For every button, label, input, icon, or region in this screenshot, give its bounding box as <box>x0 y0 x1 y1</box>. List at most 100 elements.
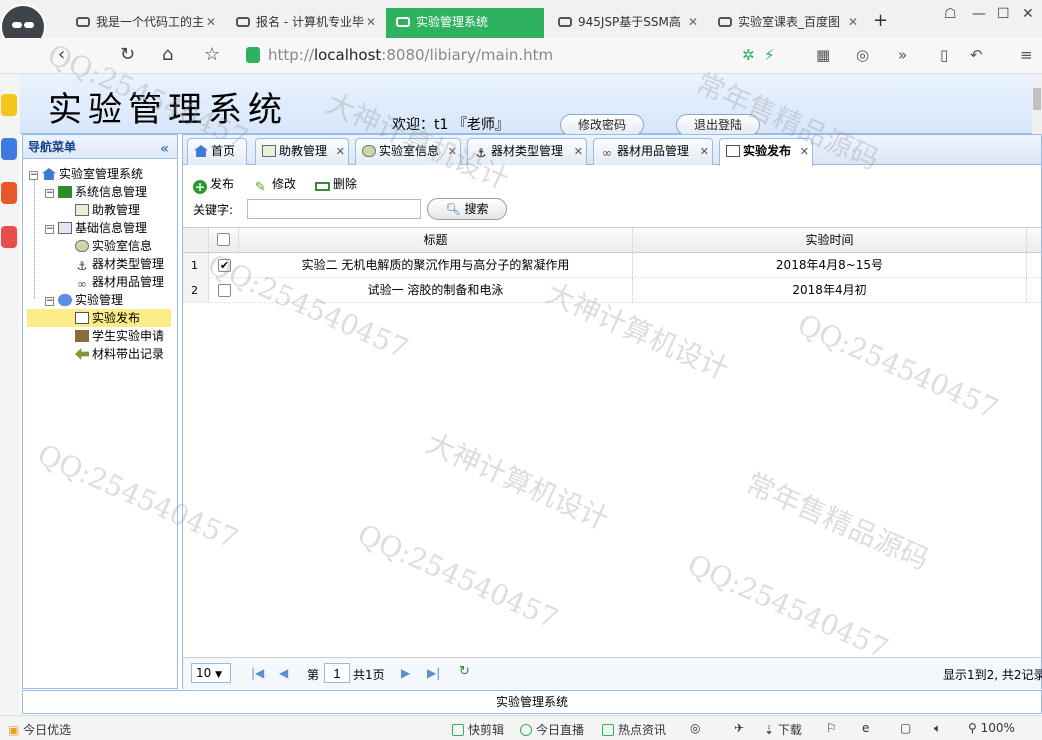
table-row[interactable]: 1 ✔ 实验二 无机电解质的聚沉作用与高分子的絮凝作用 2018年4月8~15号 <box>183 253 1041 278</box>
new-tab-button[interactable]: + <box>873 10 888 31</box>
prev-page-icon[interactable]: ◀ <box>279 666 288 680</box>
tree-node-basic[interactable]: − 基础信息管理 <box>45 219 147 237</box>
collapse-icon[interactable]: « <box>160 137 169 161</box>
tab-close-icon[interactable]: ✕ <box>336 139 345 164</box>
speed-icon[interactable]: ✲ <box>742 46 755 64</box>
collapse-toggle-icon[interactable]: − <box>29 171 38 180</box>
browser-tab-active[interactable]: 实验管理系统 <box>386 8 544 38</box>
collapse-toggle-icon[interactable]: − <box>45 189 54 198</box>
maximize-icon[interactable]: ☐ <box>997 6 1010 22</box>
mail-icon[interactable] <box>1 138 17 160</box>
tab-close-icon[interactable]: ✕ <box>700 139 709 164</box>
tree-node-material-out[interactable]: 材料带出记录 <box>75 345 164 363</box>
table-row[interactable]: 2 试验一 溶胶的制备和电泳 2018年4月初 <box>183 278 1041 303</box>
today-live[interactable]: 今日直播 <box>520 721 584 738</box>
undo-icon[interactable]: ↶ <box>970 46 983 64</box>
delete-button[interactable]: 删除 <box>315 175 357 192</box>
collapse-toggle-icon[interactable]: − <box>45 225 54 234</box>
edit-button[interactable]: ✎ 修改 <box>255 175 296 195</box>
browser-tab-2[interactable]: 报名 - 计算机专业毕 ✕ <box>226 8 382 38</box>
download[interactable]: ⇣ 下载 <box>764 721 802 738</box>
menu-icon[interactable]: ≡ <box>1020 46 1033 64</box>
bookmark-star-icon[interactable]: ☆ <box>204 44 220 65</box>
grid-toolbar: + 发布 ✎ 修改 删除 关键字: 🔍︎ 搜索 <box>183 167 1041 227</box>
logout-button[interactable]: 退出登陆 <box>676 114 760 136</box>
browser-tab-4[interactable]: 945JSP基于SSM高 ✕ <box>548 8 704 38</box>
page-number-input[interactable] <box>324 663 350 683</box>
tab-home[interactable]: 首页 <box>187 138 247 165</box>
page-scrollbar[interactable] <box>1032 74 1042 134</box>
next-page-icon[interactable]: ▶ <box>401 666 410 680</box>
page-icon <box>726 145 740 157</box>
select-all-cell[interactable] <box>209 228 239 252</box>
tree-node-equipment-type[interactable]: ⚓ 器材类型管理 <box>75 255 164 273</box>
tree-node-student-apply[interactable]: 学生实验申请 <box>75 327 164 345</box>
extension-icon[interactable]: ◎ <box>856 46 869 64</box>
zoom-level[interactable]: ⚲ 100% <box>968 721 1015 735</box>
notify-icon[interactable] <box>1 226 17 248</box>
tab-assistant[interactable]: 助教管理 ✕ <box>255 138 349 165</box>
link-icon: ∞ <box>77 277 87 291</box>
close-icon[interactable]: ✕ <box>848 8 858 36</box>
scrollbar-thumb[interactable] <box>1033 88 1041 110</box>
tree-node-root[interactable]: − 实验室管理系统 <box>29 165 143 183</box>
tree-node-equipment-supplies[interactable]: ∞ 器材用品管理 <box>75 273 164 291</box>
tree-node-experiment-publish[interactable]: 实验发布 <box>27 309 171 327</box>
mobile-icon[interactable]: ▯ <box>940 46 948 64</box>
address-bar[interactable]: http://localhost:8080/libiary/main.htm <box>240 41 740 71</box>
tab-experiment-publish[interactable]: 实验发布 ✕ <box>719 138 813 166</box>
tree-node-system[interactable]: − 系统信息管理 <box>45 183 147 201</box>
hot-news[interactable]: 热点资讯 <box>602 721 666 738</box>
more-icon[interactable]: » <box>898 46 907 64</box>
keyword-input[interactable] <box>247 199 421 219</box>
column-title[interactable]: 标题 <box>239 228 633 252</box>
panel-tab-strip: 首页 助教管理 ✕ 实验室信息 ✕ ⚓ 器材类型管理 ✕ ∞ 器材用品管理 ✕ 实验发布 ✕ <box>183 135 1041 166</box>
tree-node-experiment[interactable]: − 实验管理 <box>45 291 123 309</box>
change-password-button[interactable]: 修改密码 <box>560 114 644 136</box>
tree-node-lab-info[interactable]: 实验室信息 <box>75 237 152 255</box>
tools-icon[interactable]: ✈ <box>734 721 744 735</box>
tree-node-assistant[interactable]: 助教管理 <box>75 201 140 219</box>
close-icon[interactable]: ✕ <box>688 8 698 36</box>
tab-lab-info[interactable]: 实验室信息 ✕ <box>355 138 461 165</box>
browser-ie-icon[interactable]: e <box>862 721 869 735</box>
apps-icon[interactable]: ▦ <box>816 46 830 64</box>
close-icon[interactable]: ✕ <box>206 8 216 36</box>
flag-icon[interactable]: ⚐ <box>826 721 837 735</box>
row-checkbox[interactable] <box>218 284 231 297</box>
lightning-icon[interactable]: ⚡ <box>764 46 775 64</box>
row-checkbox[interactable]: ✔ <box>218 259 231 272</box>
browser-tab-5[interactable]: 实验室课表_百度图 ✕ <box>708 8 864 38</box>
refresh-icon[interactable]: ↻ <box>459 664 470 679</box>
close-icon[interactable]: ✕ <box>366 8 376 36</box>
skin-icon[interactable]: ☖ <box>944 6 957 22</box>
tab-equipment-supplies[interactable]: ∞ 器材用品管理 ✕ <box>593 138 713 165</box>
home-icon[interactable]: ⌂ <box>162 44 173 65</box>
publish-button[interactable]: + 发布 <box>193 175 234 194</box>
quick-edit[interactable]: 快剪辑 <box>452 721 504 738</box>
weibo-icon[interactable] <box>1 182 17 204</box>
column-time[interactable]: 实验时间 <box>633 228 1027 252</box>
volume-icon[interactable]: 🔈︎ <box>934 721 941 736</box>
last-page-icon[interactable]: ▶| <box>427 666 440 680</box>
tab-equipment-type[interactable]: ⚓ 器材类型管理 ✕ <box>467 138 587 165</box>
tab-close-icon[interactable]: ✕ <box>448 139 457 164</box>
select-all-checkbox[interactable] <box>217 233 230 246</box>
window-icon[interactable]: ▢ <box>900 721 911 735</box>
favorite-icon[interactable] <box>1 94 17 116</box>
today-picks[interactable]: ▣ 今日优选 <box>8 721 71 738</box>
speed-up-icon[interactable]: ◎ <box>690 721 700 735</box>
collapse-toggle-icon[interactable]: − <box>45 297 54 306</box>
first-page-icon[interactable]: |◀ <box>251 666 264 680</box>
search-button[interactable]: 🔍︎ 搜索 <box>427 198 507 220</box>
window-close-icon[interactable]: ✕ <box>1022 6 1034 22</box>
tab-close-icon[interactable]: ✕ <box>800 139 809 164</box>
globe-icon <box>362 145 376 157</box>
nav-panel-header: 导航菜单 « <box>23 135 177 159</box>
minimize-icon[interactable]: — <box>972 6 986 22</box>
tab-close-icon[interactable]: ✕ <box>574 139 583 164</box>
reload-icon[interactable]: ↻ <box>120 44 135 65</box>
page-size-select[interactable]: 10 ▼ <box>191 663 231 683</box>
browser-tab-1[interactable]: 我是一个代码工的主 ✕ <box>66 8 222 38</box>
back-icon[interactable]: ‹ <box>58 44 65 65</box>
